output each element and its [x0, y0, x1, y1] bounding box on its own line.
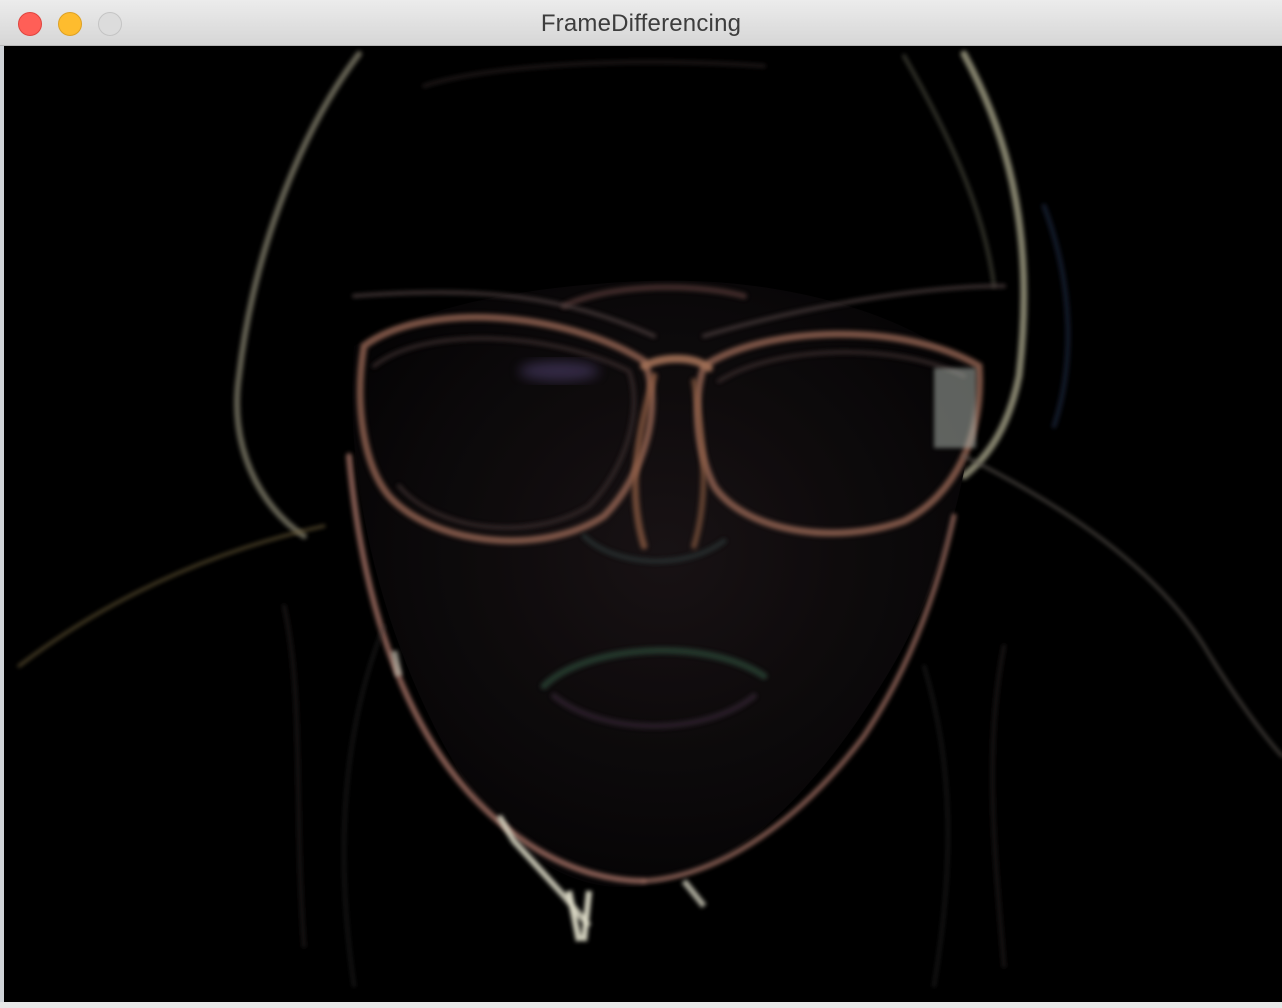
window-bottom-edge [0, 1002, 1282, 1008]
frame-difference-canvas [4, 46, 1282, 1002]
window-title: FrameDifferencing [540, 10, 742, 37]
frame-difference-image [4, 46, 1282, 1002]
window-titlebar[interactable]: FrameDifferencing [0, 0, 1282, 46]
app-window: FrameDifferencing [0, 0, 1282, 1008]
